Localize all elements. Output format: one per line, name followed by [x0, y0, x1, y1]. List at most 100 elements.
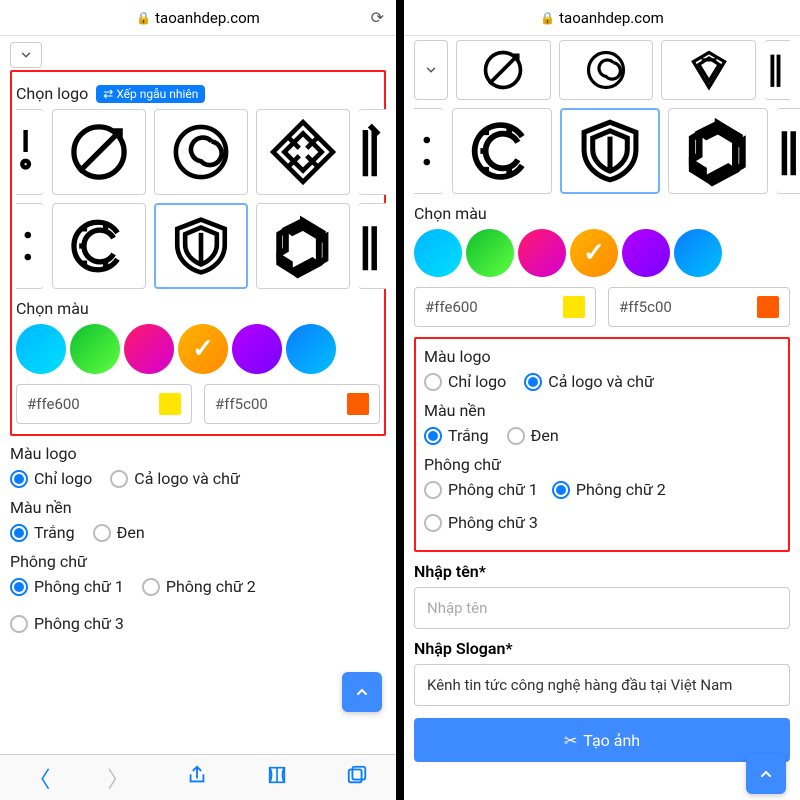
radio-trang[interactable]: Trắng: [10, 523, 75, 542]
color-swatches-left: ✓: [16, 324, 380, 374]
collapse-toggle[interactable]: [10, 42, 42, 68]
logo-option-s-circle[interactable]: [154, 109, 248, 195]
swatch-blue[interactable]: [674, 229, 722, 277]
lock-icon: 🔒: [136, 11, 151, 25]
hex-chip-orange: [347, 393, 369, 415]
create-image-button[interactable]: ✂ Tạo ảnh: [414, 718, 790, 762]
mau-nen-title-right: Màu nền: [424, 401, 780, 420]
radio-phong-1[interactable]: Phông chữ 1: [424, 480, 538, 499]
logo-option-edge-right[interactable]: [764, 40, 790, 100]
radio-ca-logo-va-chu[interactable]: Cả logo và chữ: [110, 469, 240, 488]
swatch-green[interactable]: [70, 324, 120, 374]
swatch-purple[interactable]: [622, 229, 670, 277]
radio-phong-3[interactable]: Phông chữ 3: [424, 513, 780, 532]
swatch-blue[interactable]: [286, 324, 336, 374]
chevron-down-icon: [424, 63, 438, 77]
logo-option-tri-swirl[interactable]: [668, 108, 768, 194]
radio-phong-2[interactable]: Phông chữ 2: [552, 480, 666, 499]
mau-nen-radios-left: Trắng Đen: [10, 523, 386, 542]
logo-option-edge-left[interactable]: [414, 108, 444, 194]
logo-option-edge-left-1[interactable]: [16, 109, 44, 195]
chevron-up-icon: [758, 766, 774, 782]
color-swatches-right: ✓: [414, 229, 790, 277]
hex-chip-yellow: [563, 296, 585, 318]
nav-back-icon[interactable]: 〈: [28, 762, 50, 794]
logo-option-tri-swirl[interactable]: [256, 203, 350, 289]
logo-option-c-maze[interactable]: [52, 203, 146, 289]
radio-den[interactable]: Đen: [507, 426, 559, 445]
swatch-orange-selected[interactable]: ✓: [570, 229, 618, 277]
url-host: taoanhdep.com: [155, 9, 260, 27]
logo-option-arrow-circle[interactable]: [456, 40, 551, 100]
lock-icon: 🔒: [540, 11, 555, 25]
logo-option-shield-selected[interactable]: [560, 108, 660, 194]
share-icon[interactable]: [186, 764, 208, 792]
phong-radios-right: Phông chữ 1 Phông chữ 2 Phông chữ 3: [424, 480, 780, 532]
mau-logo-radios-left: Chỉ logo Cả logo và chữ: [10, 469, 386, 488]
slogan-input[interactable]: Kênh tin tức công nghệ hàng đầu tại Việt…: [414, 664, 790, 706]
radio-chi-logo[interactable]: Chỉ logo: [10, 469, 92, 488]
mau-logo-radios-right: Chỉ logo Cả logo và chữ: [424, 372, 780, 391]
swatch-cyan[interactable]: [16, 324, 66, 374]
radio-phong-2[interactable]: Phông chữ 2: [142, 577, 256, 596]
highlighted-section-left: Chọn logo ⇄Xếp ngẫu nhiên: [10, 70, 386, 436]
hex-chip-yellow: [159, 393, 181, 415]
collapse-toggle-right[interactable]: [414, 40, 448, 100]
shuffle-button[interactable]: ⇄Xếp ngẫu nhiên: [96, 85, 205, 103]
slogan-label: Nhập Slogan*: [414, 639, 790, 658]
url-bar-right: 🔒 taoanhdep.com: [404, 0, 800, 36]
radio-chi-logo[interactable]: Chỉ logo: [424, 372, 506, 391]
logo-grid: [16, 109, 380, 289]
mau-nen-radios-right: Trắng Đen: [424, 426, 780, 445]
logo-option-edge-right-2[interactable]: [358, 203, 386, 289]
logo-option-diamond-v[interactable]: [661, 40, 756, 100]
choose-color-title-right: Chọn màu: [414, 204, 790, 223]
logo-option-c-maze[interactable]: [452, 108, 552, 194]
scissors-icon: ✂: [564, 731, 577, 750]
logo-grid-row1-right: [414, 40, 790, 100]
logo-option-edge-right-2[interactable]: [776, 108, 800, 194]
radio-den[interactable]: Đen: [93, 523, 145, 542]
bookmarks-icon[interactable]: [265, 764, 289, 792]
phong-title-left: Phông chữ: [10, 552, 386, 571]
radio-ca-logo-va-chu[interactable]: Cả logo và chữ: [524, 372, 654, 391]
swatch-cyan[interactable]: [414, 229, 462, 277]
hex-input-1[interactable]: #ffe600: [16, 384, 192, 424]
choose-color-title-left: Chọn màu: [16, 299, 380, 318]
right-screenshot: 🔒 taoanhdep.com: [404, 0, 800, 800]
logo-option-edge-right-1[interactable]: [358, 109, 386, 195]
phong-title-right: Phông chữ: [424, 455, 780, 474]
hex-chip-orange: [757, 296, 779, 318]
radio-trang[interactable]: Trắng: [424, 426, 489, 445]
radio-phong-1[interactable]: Phông chữ 1: [10, 577, 124, 596]
logo-option-s-circle[interactable]: [559, 40, 654, 100]
mau-logo-title-right: Màu logo: [424, 347, 780, 366]
hex-input-2[interactable]: #ff5c00: [204, 384, 380, 424]
hex-input-2[interactable]: #ff5c00: [608, 287, 790, 327]
tabs-icon[interactable]: [346, 764, 368, 792]
swatch-purple[interactable]: [232, 324, 282, 374]
swatch-pink[interactable]: [518, 229, 566, 277]
swatch-pink[interactable]: [124, 324, 174, 374]
hex-row-left: #ffe600 #ff5c00: [16, 384, 380, 424]
highlighted-section-right: Màu logo Chỉ logo Cả logo và chữ Màu nền…: [414, 337, 790, 552]
chevron-up-icon: [354, 684, 370, 700]
name-label: Nhập tên*: [414, 562, 790, 581]
scroll-top-button-right[interactable]: [746, 754, 786, 794]
logo-option-arrow-circle[interactable]: [52, 109, 146, 195]
name-input[interactable]: Nhập tên: [414, 587, 790, 629]
logo-option-diamond-maze[interactable]: [256, 109, 350, 195]
radio-phong-3[interactable]: Phông chữ 3: [10, 614, 386, 633]
left-screenshot: 🔒 taoanhdep.com ⟳ Chọn logo ⇄Xếp ngẫu nh…: [0, 0, 396, 800]
swatch-orange-selected[interactable]: ✓: [178, 324, 228, 374]
hex-row-right: #ffe600 #ff5c00: [414, 287, 790, 327]
nav-forward-icon: 〉: [107, 762, 129, 794]
logo-option-shield-selected[interactable]: [154, 203, 248, 289]
logo-option-edge-left-2[interactable]: [16, 203, 44, 289]
refresh-icon[interactable]: ⟳: [371, 8, 384, 27]
url-host: taoanhdep.com: [559, 9, 664, 27]
swatch-green[interactable]: [466, 229, 514, 277]
hex-input-1[interactable]: #ffe600: [414, 287, 596, 327]
scroll-top-button-left[interactable]: [342, 672, 382, 712]
url-bar: 🔒 taoanhdep.com ⟳: [0, 0, 396, 36]
